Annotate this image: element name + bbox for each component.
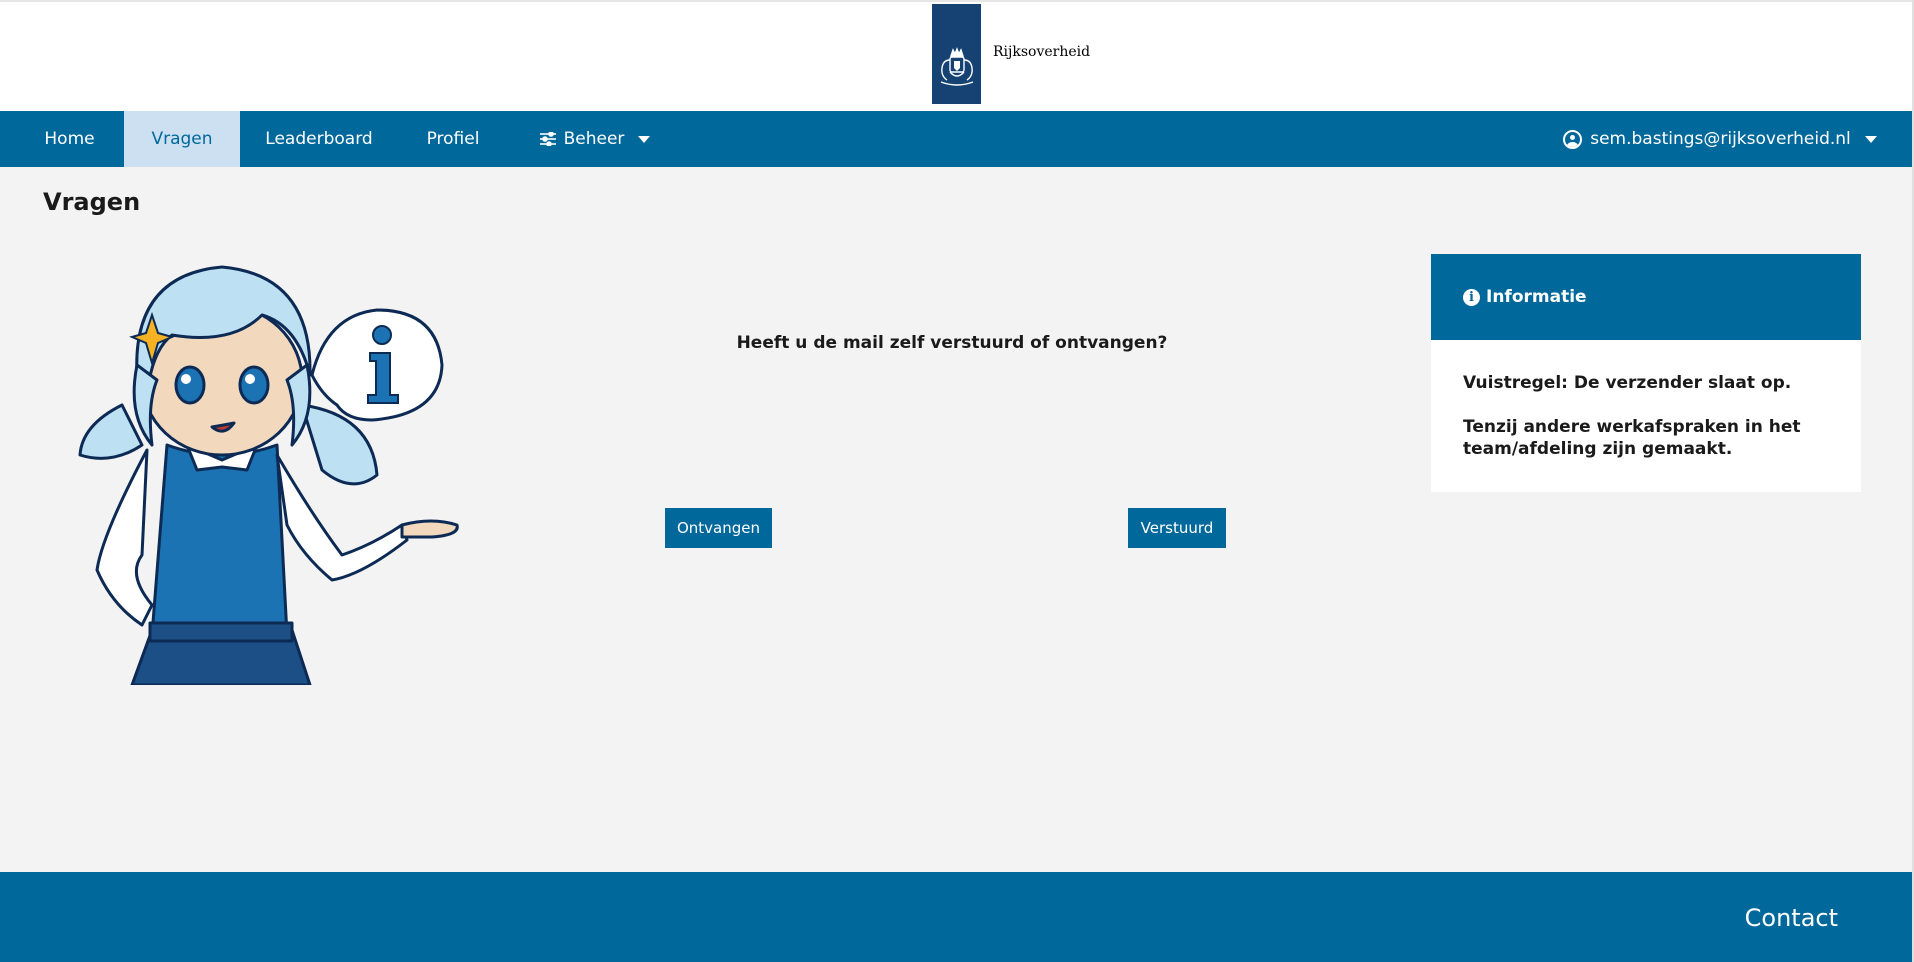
contact-link[interactable]: Contact	[1745, 904, 1838, 932]
user-circle-icon	[1563, 129, 1583, 149]
info-card-header: i Informatie	[1431, 254, 1861, 340]
nav-vragen[interactable]: Vragen	[124, 111, 240, 167]
nav-beheer-dropdown[interactable]: Beheer	[530, 111, 660, 167]
logo-ribbon	[932, 4, 981, 104]
chevron-down-icon	[638, 135, 651, 143]
answer-verstuurd-button[interactable]: Verstuurd	[1128, 508, 1226, 548]
sliders-icon	[539, 132, 556, 146]
answer-ontvangen-button[interactable]: Ontvangen	[665, 508, 772, 548]
chevron-down-icon	[1864, 135, 1877, 143]
site-footer: Contact	[0, 872, 1914, 962]
question-text: Heeft u de mail zelf verstuurd of ontvan…	[736, 333, 1168, 353]
page-title: Vragen	[43, 188, 141, 216]
site-header: Rijksoverheid	[0, 0, 1914, 111]
info-card: i Informatie Vuistregel: De verzender sl…	[1431, 254, 1861, 492]
crest-icon	[940, 47, 973, 86]
main-navigation: Home Vragen Leaderboard Profiel Beheer s…	[0, 111, 1914, 167]
info-line: Tenzij andere werkafspraken in het team/…	[1463, 417, 1801, 459]
info-icon: i	[1463, 288, 1480, 306]
user-email: sem.bastings@rijksoverheid.nl	[1590, 129, 1851, 149]
info-card-body: Vuistregel: De verzender slaat op. Tenzi…	[1431, 340, 1861, 460]
nav-profiel[interactable]: Profiel	[408, 111, 498, 167]
nav-home[interactable]: Home	[22, 111, 117, 167]
info-card-title: Informatie	[1486, 287, 1587, 307]
user-menu-dropdown[interactable]: sem.bastings@rijksoverheid.nl	[1560, 111, 1880, 167]
rijksoverheid-logo[interactable]: Rijksoverheid	[932, 4, 1090, 104]
logo-text: Rijksoverheid	[993, 44, 1091, 60]
nav-beheer-label: Beheer	[563, 129, 625, 149]
mascot-illustration	[78, 265, 459, 685]
nav-leaderboard[interactable]: Leaderboard	[250, 111, 388, 167]
info-line: Vuistregel: De verzender slaat op.	[1463, 373, 1792, 393]
